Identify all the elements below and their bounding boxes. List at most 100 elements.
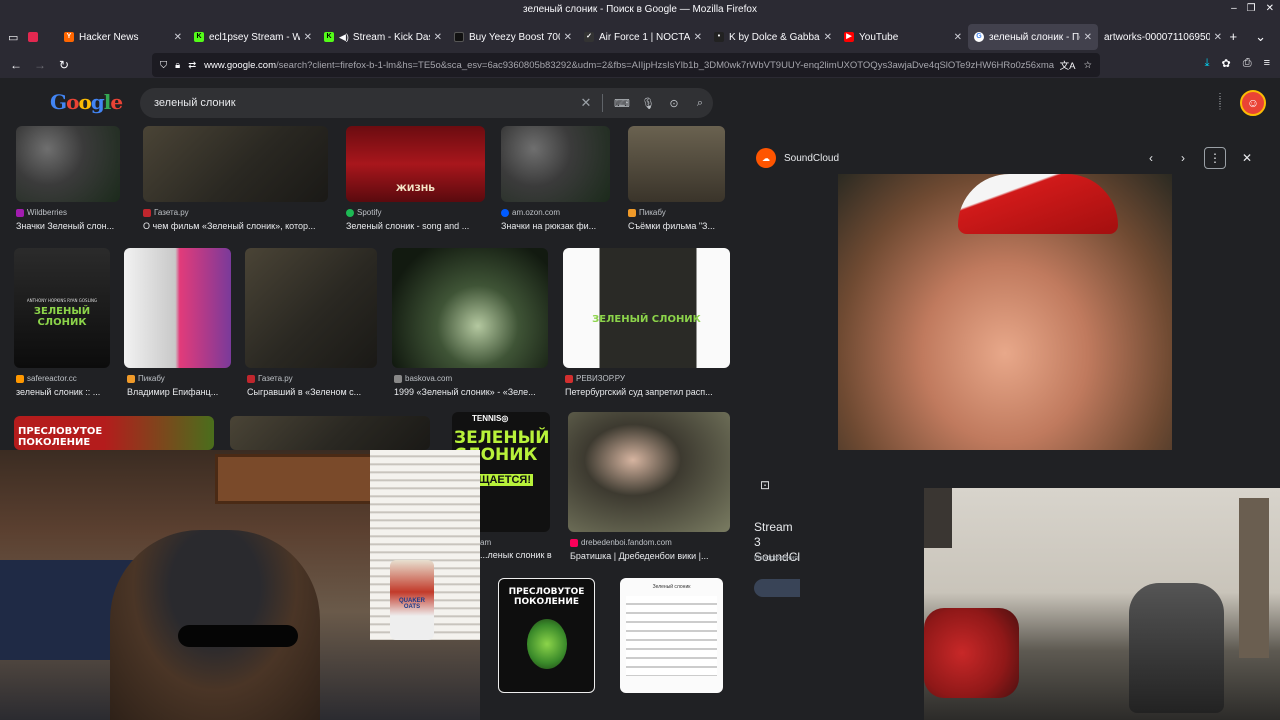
lens-search-icon[interactable]: ⊡ (760, 478, 770, 492)
result-source: am.ozon.com (501, 208, 616, 217)
close-icon[interactable]: ✕ (564, 32, 572, 43)
google-favicon-icon: G (974, 32, 984, 42)
new-tab-icon[interactable]: + (1230, 29, 1238, 45)
result-source: baskova.com (394, 374, 554, 383)
result-caption[interactable]: О чем фильм «Зеленый слоник», котор... (143, 221, 328, 231)
address-bar[interactable]: ⛉ 🔒︎ ⇄ www.google.com/search?client=fire… (152, 53, 1100, 77)
close-icon[interactable]: ✕ (1084, 32, 1092, 43)
permissions-icon[interactable]: ⇄ (188, 60, 196, 71)
result-caption[interactable]: Зеленый слоник - song and ... (346, 221, 486, 231)
preview-image[interactable] (838, 174, 1172, 450)
result-thumbnail[interactable]: ЗЕЛЕНЫЙ СЛОНИК (563, 248, 730, 368)
result-thumbnail[interactable]: ЖИЗНЬ (346, 126, 485, 202)
close-icon[interactable]: ✕ (824, 32, 832, 43)
microphone-icon[interactable]: 🎙 (635, 97, 661, 110)
previous-image-icon[interactable]: ‹ (1140, 147, 1162, 169)
tab-youtube[interactable]: ▶ YouTube ✕ (838, 24, 968, 50)
result-caption[interactable]: 1999 «Зеленый слоник» - «Зеле... (394, 387, 554, 397)
close-icon[interactable]: ✕ (954, 32, 962, 43)
tab-nocta[interactable]: ✓ Air Force 1 | NOCTA ✕ (578, 24, 708, 50)
next-image-icon[interactable]: › (1172, 147, 1194, 169)
result-thumbnail[interactable]: ПРЕСЛОВУТОЕ ПОКОЛЕНИЕ (14, 416, 214, 450)
google-lens-icon[interactable]: ⊙ (661, 97, 687, 110)
close-window-button[interactable]: ✕ (1266, 3, 1274, 14)
bookmark-star-icon[interactable]: ☆ (1083, 60, 1092, 71)
soundcloud-icon: ☁ (756, 148, 776, 168)
keyboard-icon[interactable]: ⌨ (609, 97, 635, 110)
tab-dolce-gabbana[interactable]: • K by Dolce & Gabbana ✕ (708, 24, 838, 50)
account-icon[interactable]: ⎙ (1243, 57, 1252, 70)
close-preview-icon[interactable]: ✕ (1236, 147, 1258, 169)
result-caption[interactable]: Съёмки фильма "З... (628, 221, 728, 231)
avatar[interactable]: ☺ (1240, 90, 1266, 116)
window-titlebar: зеленый слоник - Поиск в Google — Mozill… (0, 0, 1280, 22)
back-icon[interactable]: ← (4, 58, 28, 72)
shield-icon[interactable]: ⛉ (160, 60, 167, 71)
tab-manager-icon[interactable]: ▭ (8, 31, 18, 44)
result-caption[interactable]: ...ленык слоник в... (480, 550, 552, 560)
result-caption[interactable]: Петербургский суд запретил расп... (565, 387, 730, 397)
result-thumbnail[interactable] (568, 412, 730, 532)
search-box[interactable]: зеленый слоник ✕ ⌨ 🎙 ⊙ ⌕ (140, 88, 713, 118)
tab-label: ecl1psey Stream - Watch (209, 31, 300, 43)
poster-text: ПРЕСЛОВУТОЕ ПОКОЛЕНИЕ (18, 426, 103, 448)
result-thumbnail[interactable]: Зеленый слоник (620, 578, 723, 693)
poster-text: ЖИЗНЬ (395, 184, 436, 194)
tab-artworks[interactable]: artworks-000071106950-2 ✕ (1098, 24, 1228, 50)
poster-text: ЗЕЛЕНЫЙ СЛОНИК (592, 314, 701, 325)
google-logo[interactable]: Google (50, 90, 123, 114)
result-thumbnail[interactable] (143, 126, 328, 202)
close-icon[interactable]: ✕ (174, 32, 182, 43)
more-options-icon[interactable]: ⋮ (1204, 147, 1226, 169)
speaker-icon[interactable]: ◀) (339, 32, 349, 43)
search-icon[interactable]: ⌕ (687, 97, 713, 110)
search-input[interactable]: зеленый слоник (154, 97, 576, 109)
extension-icon[interactable]: ✿ (1222, 57, 1231, 70)
result-caption[interactable]: Значки Зеленый слон... (16, 221, 126, 231)
result-caption[interactable]: зеленый слоник :: ... (16, 387, 116, 397)
google-apps-icon[interactable]: ⋮⋮⋮ (1216, 93, 1230, 111)
tab-yeezy[interactable]: Buy Yeezy Boost 700: N ✕ (448, 24, 578, 50)
tab-kick-dashboard[interactable]: K ◀) Stream - Kick Dashbo ✕ (318, 24, 448, 50)
forward-icon[interactable]: → (28, 58, 52, 72)
result-thumbnail[interactable] (501, 126, 610, 202)
santa-hat (958, 174, 1118, 234)
result-caption[interactable]: Сыгравший в «Зеленом с... (247, 387, 382, 397)
close-icon[interactable]: ✕ (694, 32, 702, 43)
result-thumbnail[interactable] (124, 248, 231, 368)
result-thumbnail[interactable] (628, 126, 725, 202)
result-caption[interactable]: Значки на рюкзак фи... (501, 221, 616, 231)
source-favicon-icon (16, 374, 24, 383)
close-icon[interactable]: ✕ (434, 32, 442, 43)
close-icon[interactable]: ✕ (304, 32, 312, 43)
preview-source[interactable]: ☁ SoundCloud (756, 148, 839, 168)
translate-icon[interactable]: 文A (1060, 58, 1076, 72)
result-thumbnail[interactable]: ПРЕСЛОВУТОЕ ПОКОЛЕНИЕ (498, 578, 595, 693)
result-thumbnail[interactable] (392, 248, 548, 368)
result-thumbnail[interactable]: ANTHONY HOPKINS RYAN GOSLING ЗЕЛЕНЫЙ СЛО… (14, 248, 110, 368)
result-thumbnail[interactable] (16, 126, 120, 202)
result-thumbnail[interactable] (230, 416, 430, 450)
reload-icon[interactable]: ↻ (52, 58, 76, 72)
youtube-favicon-icon: ▶ (844, 32, 854, 42)
result-caption[interactable]: Владимир Епифанц... (127, 387, 232, 397)
window-title: зеленый слоник - Поиск в Google — Mozill… (523, 4, 757, 15)
list-all-tabs-icon[interactable]: ⌄ (1255, 29, 1266, 45)
tab-hacker-news[interactable]: Y Hacker News ✕ (58, 24, 188, 50)
tab-kick-stream[interactable]: K ecl1psey Stream - Watch ✕ (188, 24, 318, 50)
visit-button[interactable] (754, 579, 800, 597)
maximize-button[interactable]: ❐ (1247, 3, 1256, 14)
lock-icon[interactable]: 🔒︎ (175, 60, 180, 71)
downloads-icon[interactable]: ⤓ (1205, 57, 1210, 70)
tab-google-search[interactable]: G зеленый слоник - Пои ✕ (968, 24, 1098, 50)
result-thumbnail[interactable] (245, 248, 377, 368)
pinned-tab-icon[interactable] (28, 32, 39, 42)
menu-icon[interactable]: ≡ (1264, 57, 1270, 70)
result-source: drebedenboi.fandom.com (570, 538, 730, 547)
red-object (924, 608, 1019, 698)
result-caption[interactable]: Братишка | Дребеденбои вики |... (570, 551, 730, 561)
clear-search-icon[interactable]: ✕ (576, 95, 596, 111)
close-icon[interactable]: ✕ (1214, 32, 1222, 43)
poster-text: ЗЕЛЕНЫЙ СЛОНИК (33, 306, 91, 328)
minimize-button[interactable]: – (1231, 3, 1237, 14)
